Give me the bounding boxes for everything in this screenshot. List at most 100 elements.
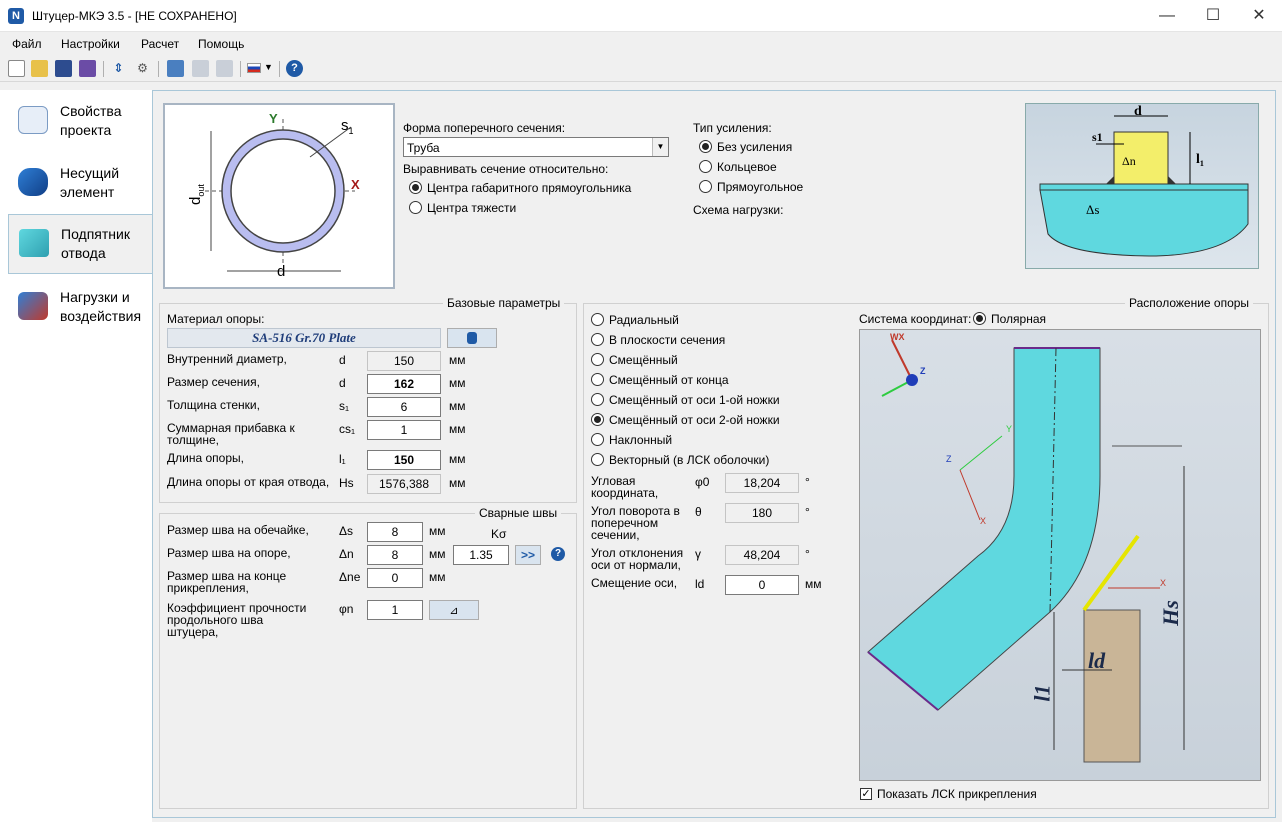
position-param-symbol: γ xyxy=(695,547,701,561)
load-icon xyxy=(18,292,48,320)
position-param-input: 18,204 xyxy=(725,473,799,493)
sidebar-item-loads[interactable]: Нагрузки и воздействия xyxy=(8,278,152,338)
param-label: Длина опоры, xyxy=(167,451,244,465)
show-lcs-checkbox[interactable]: ✓ xyxy=(860,788,872,800)
position-option-label: Смещённый от оси 1-ой ножки xyxy=(609,393,780,407)
chevron-down-icon[interactable]: ▼ xyxy=(652,138,668,156)
param-label: Размер сечения, xyxy=(167,375,260,389)
param-unit: мм xyxy=(449,353,466,367)
y-axis-label: Y xyxy=(269,111,278,126)
cylinder-icon xyxy=(18,168,48,196)
save-as-icon[interactable] xyxy=(79,60,96,77)
weld-input[interactable]: 8 xyxy=(367,545,423,565)
align-label: Выравнивать сечение относительно: xyxy=(403,162,609,176)
elbow-icon xyxy=(19,229,49,257)
coord-polar-radio[interactable] xyxy=(973,312,986,325)
toolbar-separator xyxy=(103,61,104,77)
shape-label: Форма поперечного сечения: xyxy=(403,121,566,135)
chevron-down-icon[interactable]: ▼ xyxy=(264,62,273,72)
position-param-input[interactable]: 0 xyxy=(725,575,799,595)
weld-input[interactable]: 1 xyxy=(367,600,423,620)
help-icon[interactable]: ? xyxy=(551,547,565,561)
table-icon[interactable] xyxy=(216,60,233,77)
weld-symbol: φn xyxy=(339,602,354,616)
param-label: Толщина стенки, xyxy=(167,398,260,412)
report-icon[interactable] xyxy=(192,60,209,77)
sidebar-item-label: Нагрузки и воздействия xyxy=(60,289,142,324)
position-radio[interactable] xyxy=(591,453,604,466)
minimize-button[interactable]: — xyxy=(1144,0,1190,32)
position-radio[interactable] xyxy=(591,373,604,386)
sidebar-item-project[interactable]: Свойства проекта xyxy=(8,92,152,152)
main-panel: Y X s1 dout d Форма поперечного сечения:… xyxy=(152,90,1276,818)
menu-file[interactable]: Файл xyxy=(12,37,42,51)
material-db-button[interactable] xyxy=(447,328,497,348)
menu-settings[interactable]: Настройки xyxy=(61,37,120,51)
position-radio[interactable] xyxy=(591,333,604,346)
weld-unit: мм xyxy=(429,547,446,561)
title-bar: N Штуцер-МКЭ 3.5 - [НЕ СОХРАНЕНО] — ☐ ✕ xyxy=(0,0,1282,32)
weld-label: Размер шва на конце прикрепления, xyxy=(167,569,287,595)
param-input[interactable]: 150 xyxy=(367,450,441,470)
calculator-icon[interactable] xyxy=(167,60,184,77)
new-file-icon[interactable] xyxy=(8,60,25,77)
position-param-unit: ° xyxy=(805,475,810,489)
position-option-label: Наклонный xyxy=(609,433,673,447)
model-3d-view[interactable]: WX Z Z Y X X Hs l1 ld xyxy=(859,329,1261,781)
position-param-symbol: θ xyxy=(695,505,702,519)
param-input[interactable]: 162 xyxy=(367,374,441,394)
reinforcement-radio-rect[interactable] xyxy=(699,180,712,193)
sidebar-item-support[interactable]: Подпятник отвода xyxy=(8,214,152,274)
lcs-z-label: Z xyxy=(946,454,952,464)
open-folder-icon[interactable] xyxy=(31,60,48,77)
weld-input[interactable]: 8 xyxy=(367,522,423,542)
reinforcement-radio-none[interactable] xyxy=(699,140,712,153)
ld-dim-label: ld xyxy=(1088,648,1106,673)
sidebar-item-label: Несущий элемент xyxy=(60,165,120,200)
position-radio[interactable] xyxy=(591,413,604,426)
weld-factor-button[interactable]: ⊿ xyxy=(429,600,479,620)
weld-input[interactable]: 0 xyxy=(367,568,423,588)
align-radio-centroid[interactable] xyxy=(409,201,422,214)
sidebar-item-label: Свойства проекта xyxy=(60,103,122,138)
param-input[interactable]: 6 xyxy=(367,397,441,417)
maximize-button[interactable]: ☐ xyxy=(1190,0,1236,32)
align-option-centroid: Центра тяжести xyxy=(427,201,517,215)
position-param-label: Угловая координата, xyxy=(591,474,659,500)
param-unit: мм xyxy=(449,452,466,466)
close-button[interactable]: ✕ xyxy=(1236,0,1282,32)
settings-gear-icon[interactable]: ⚙ xyxy=(134,60,151,77)
reinforcement-option-ring: Кольцевое xyxy=(717,160,777,174)
reinforcement-radio-ring[interactable] xyxy=(699,160,712,173)
coord-system-label: Система координат: xyxy=(859,312,972,326)
menu-help[interactable]: Помощь xyxy=(198,37,244,51)
sidebar-item-label: Подпятник отвода xyxy=(61,226,130,261)
reinforcement-diagram: d s1 l₁ Δn Δs xyxy=(1025,103,1259,269)
position-param-symbol: ld xyxy=(695,577,705,591)
shape-select[interactable]: Труба ▼ xyxy=(403,137,669,157)
load-scheme-label: Схема нагрузки: xyxy=(693,203,784,217)
position-option-label: Смещённый от оси 2-ой ножки xyxy=(609,413,780,427)
language-flag-icon[interactable] xyxy=(247,63,261,73)
expand-button[interactable]: >> xyxy=(515,545,541,565)
position-radio[interactable] xyxy=(591,313,604,326)
position-radio[interactable] xyxy=(591,433,604,446)
l1-dim-label: l1 xyxy=(1029,684,1055,702)
position-radio[interactable] xyxy=(591,393,604,406)
material-field[interactable]: SA-516 Gr.70 Plate xyxy=(167,328,441,348)
param-input[interactable]: 1 xyxy=(367,420,441,440)
nozzle-icon[interactable]: ⇕ xyxy=(110,60,127,77)
document-icon xyxy=(18,106,48,134)
k-sigma-input[interactable]: 1.35 xyxy=(453,545,509,565)
param-symbol: Hs xyxy=(339,476,354,490)
help-icon[interactable]: ? xyxy=(286,60,303,77)
sidebar-item-carrier[interactable]: Несущий элемент xyxy=(8,154,152,214)
position-radio[interactable] xyxy=(591,353,604,366)
position-option-label: Векторный (в ЛСК оболочки) xyxy=(609,453,770,467)
align-radio-bbox[interactable] xyxy=(409,181,422,194)
param-symbol: d xyxy=(339,376,346,390)
dn-dim-label: Δn xyxy=(1122,154,1136,168)
weld-label: Коэффициент прочности продольного шва шт… xyxy=(167,601,307,639)
menu-calc[interactable]: Расчет xyxy=(141,37,179,51)
save-icon[interactable] xyxy=(55,60,72,77)
